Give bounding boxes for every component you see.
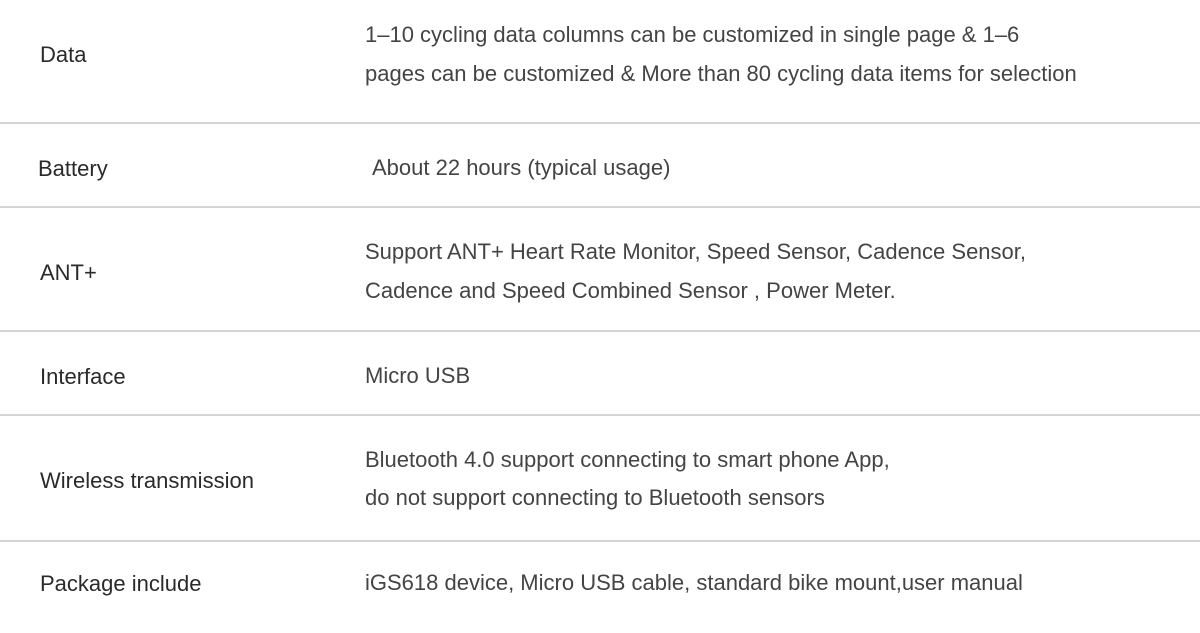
row-divider xyxy=(0,122,1200,124)
spec-label: Data xyxy=(40,42,87,67)
spec-label: Interface xyxy=(40,364,126,389)
row-divider xyxy=(0,414,1200,416)
spec-label: Package include xyxy=(40,571,202,596)
spec-value-line: Micro USB xyxy=(365,363,471,388)
spec-value-line: Support ANT+ Heart Rate Monitor, Speed S… xyxy=(365,239,1026,264)
spec-value-line: Bluetooth 4.0 support connecting to smar… xyxy=(365,447,890,472)
spec-label: Wireless transmission xyxy=(40,468,254,493)
spec-value-line: do not support connecting to Bluetooth s… xyxy=(365,485,825,510)
row-divider xyxy=(0,540,1200,542)
row-divider xyxy=(0,206,1200,208)
spec-value-line: pages can be customized & More than 80 c… xyxy=(365,61,1077,86)
row-divider xyxy=(0,330,1200,332)
spec-label: Battery xyxy=(38,156,108,181)
spec-value-line: Cadence and Speed Combined Sensor , Powe… xyxy=(365,278,896,303)
spec-value-line: About 22 hours (typical usage) xyxy=(372,155,671,180)
spec-value-line: iGS618 device, Micro USB cable, standard… xyxy=(365,570,1023,595)
spec-value-line: 1–10 cycling data columns can be customi… xyxy=(365,22,1020,47)
spec-label: ANT+ xyxy=(40,260,97,285)
